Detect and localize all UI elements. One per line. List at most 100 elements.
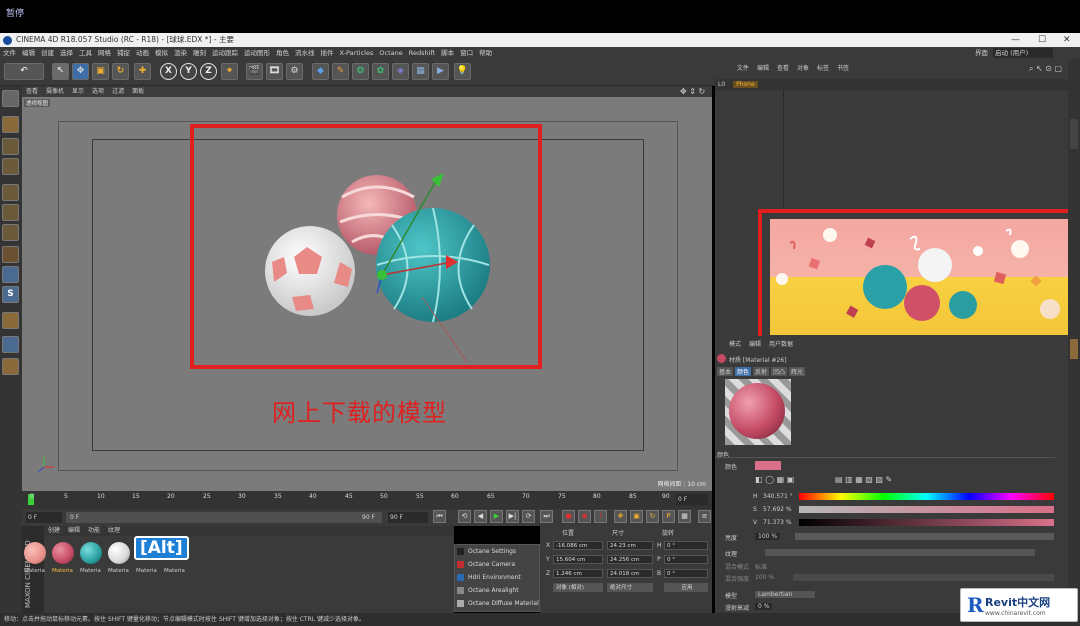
position-x-field[interactable]: -16.086 cm bbox=[553, 541, 603, 550]
menu-window[interactable]: 窗口 bbox=[460, 49, 473, 57]
menu-snap[interactable]: 捕捉 bbox=[117, 49, 130, 57]
size-mode-select[interactable]: 绝对尺寸 bbox=[607, 583, 653, 592]
rotate-tool-icon[interactable]: ↻ bbox=[112, 63, 129, 80]
y-axis-lock-icon[interactable]: Y bbox=[180, 63, 197, 80]
go-to-start-button[interactable]: ⏮ bbox=[433, 510, 446, 523]
play-button[interactable]: ▶ bbox=[490, 510, 503, 523]
attr-menu-mode[interactable]: 模式 bbox=[729, 339, 741, 348]
tab-glow[interactable]: 辉光 bbox=[789, 367, 806, 376]
select-tool-icon[interactable]: ↖ bbox=[52, 63, 69, 80]
color-picker-icons[interactable]: ◧ ◯ ▦ ▣ bbox=[755, 475, 794, 484]
rotation-b-field[interactable]: 0 ° bbox=[664, 569, 708, 578]
pause-label[interactable]: 暂停 bbox=[6, 6, 24, 19]
viewport-menu-options[interactable]: 选项 bbox=[92, 88, 104, 95]
rotation-h-field[interactable]: 0 ° bbox=[664, 541, 708, 550]
h-value[interactable]: 340.571 ° bbox=[763, 493, 793, 500]
light-icon[interactable]: 💡 bbox=[454, 63, 471, 80]
axis-mode-icon[interactable] bbox=[2, 246, 19, 263]
material-swatch-3[interactable] bbox=[80, 542, 102, 564]
timeline-ruler[interactable]: 0 5 10 15 20 25 30 35 40 45 50 55 60 65 … bbox=[22, 491, 712, 509]
color-mode-icons[interactable]: ▤ ▥ ▦ ▧ ▨ ✎ bbox=[835, 475, 892, 484]
octane-menu-item-diffuse[interactable]: Octane Diffuse Material bbox=[457, 600, 539, 607]
object-menu-bookmarks[interactable]: 书签 bbox=[837, 65, 849, 72]
undo-button[interactable]: ↶ bbox=[4, 63, 44, 80]
menu-render[interactable]: 渲染 bbox=[174, 49, 187, 57]
deformer-icon[interactable]: ◈ bbox=[392, 63, 409, 80]
render-settings-icon[interactable]: ⚙ bbox=[286, 63, 303, 80]
objects-side-tab[interactable] bbox=[1070, 119, 1078, 149]
object-menu-file[interactable]: 文件 bbox=[737, 65, 749, 72]
menu-animate[interactable]: 动画 bbox=[136, 49, 149, 57]
menu-plugins[interactable]: 插件 bbox=[321, 49, 334, 57]
viewport-menu-display[interactable]: 显示 bbox=[72, 88, 84, 95]
menu-octane[interactable]: Octane bbox=[379, 49, 402, 57]
make-editable-icon[interactable] bbox=[2, 90, 19, 107]
v-value[interactable]: 71.373 % bbox=[763, 519, 792, 526]
key-parameter-button[interactable]: P bbox=[662, 510, 675, 523]
array-icon[interactable]: ✿ bbox=[372, 63, 389, 80]
next-key-button[interactable]: ▶| bbox=[506, 510, 519, 523]
snap-icon[interactable]: S bbox=[2, 286, 19, 303]
s-value[interactable]: 57.692 % bbox=[763, 506, 792, 513]
tab-bump[interactable]: 凹凸 bbox=[771, 367, 788, 376]
diffuse-falloff-value[interactable]: 0 % bbox=[755, 603, 773, 610]
record-button[interactable]: ◉ bbox=[578, 510, 591, 523]
camera-icon[interactable]: ▶ bbox=[432, 63, 449, 80]
material-swatch-4[interactable] bbox=[108, 542, 130, 564]
model-select[interactable]: Lambertian bbox=[755, 591, 815, 598]
pen-spline-icon[interactable]: ✎ bbox=[332, 63, 349, 80]
key-rotation-button[interactable]: ↻ bbox=[646, 510, 659, 523]
octane-menu-item-hdri[interactable]: Hdri Environment bbox=[457, 574, 521, 581]
render-picture-viewer-icon[interactable]: 🎞 bbox=[266, 63, 283, 80]
menu-select[interactable]: 选择 bbox=[60, 49, 73, 57]
coordinate-mode-select[interactable]: 对象 (相对) bbox=[553, 583, 603, 592]
apply-button[interactable]: 应用 bbox=[664, 583, 708, 592]
menu-motion-tracking[interactable]: 运动跟踪 bbox=[212, 49, 238, 57]
menu-mograph[interactable]: 运动图形 bbox=[244, 49, 270, 57]
viewport-menu-view[interactable]: 查看 bbox=[26, 88, 38, 95]
cube-icon[interactable]: ◆ bbox=[312, 63, 329, 80]
timeline-menu-button[interactable]: ≡ bbox=[698, 510, 711, 523]
floor-icon[interactable]: ▦ bbox=[412, 63, 429, 80]
key-position-button[interactable]: ✥ bbox=[614, 510, 627, 523]
scale-tool-icon[interactable]: ▣ bbox=[92, 63, 109, 80]
menu-tools[interactable]: 工具 bbox=[79, 49, 92, 57]
brightness-slider[interactable] bbox=[795, 533, 1054, 540]
minimize-button[interactable]: — bbox=[1011, 33, 1020, 47]
viewport-menu-panel[interactable]: 面板 bbox=[132, 88, 144, 95]
loop-button[interactable]: ⟳ bbox=[522, 510, 535, 523]
edges-mode-icon[interactable] bbox=[2, 204, 19, 221]
previous-key-button[interactable]: ◀ bbox=[474, 510, 487, 523]
material-menu-create[interactable]: 创建 bbox=[48, 527, 60, 534]
menu-create[interactable]: 创建 bbox=[41, 49, 54, 57]
material-swatch-1[interactable] bbox=[24, 542, 46, 564]
size-y-field[interactable]: 24.256 cm bbox=[607, 555, 653, 564]
color-swatch[interactable] bbox=[755, 461, 781, 470]
tab-reflectance[interactable]: 反射 bbox=[753, 367, 770, 376]
menu-help[interactable]: 帮助 bbox=[479, 49, 492, 57]
tab-basic[interactable]: 基本 bbox=[717, 367, 734, 376]
object-row[interactable]: L0 Phone bbox=[715, 79, 1070, 90]
go-to-end-button[interactable]: ⏭ bbox=[540, 510, 553, 523]
tab-color[interactable]: 颜色 bbox=[735, 367, 752, 376]
move-tool-icon[interactable]: ✥ bbox=[72, 63, 89, 80]
render-view-icon[interactable]: 🎬 bbox=[246, 63, 263, 80]
tweak-mode-icon[interactable] bbox=[2, 266, 19, 283]
points-mode-icon[interactable] bbox=[2, 184, 19, 201]
menu-mesh[interactable]: 网格 bbox=[98, 49, 111, 57]
value-slider[interactable] bbox=[799, 519, 1054, 526]
menu-redshift[interactable]: Redshift bbox=[409, 49, 435, 57]
end-frame-field[interactable]: 0 F bbox=[676, 494, 708, 505]
size-z-field[interactable]: 24.018 cm bbox=[607, 569, 653, 578]
viewport-menu-cameras[interactable]: 摄像机 bbox=[46, 88, 64, 95]
workplane-lock-icon[interactable] bbox=[2, 312, 19, 329]
material-swatch-2[interactable] bbox=[52, 542, 74, 564]
layout-select[interactable]: 启动 (用户) bbox=[993, 48, 1053, 58]
maximize-button[interactable]: ☐ bbox=[1038, 33, 1046, 47]
add-tool-icon[interactable]: ✚ bbox=[134, 63, 151, 80]
max-frame-field[interactable]: 90 F bbox=[388, 512, 428, 523]
key-scale-button[interactable]: ▣ bbox=[630, 510, 643, 523]
key-pla-button[interactable]: ▦ bbox=[678, 510, 691, 523]
nurbs-icon[interactable]: ❂ bbox=[352, 63, 369, 80]
polygons-mode-icon[interactable] bbox=[2, 224, 19, 241]
